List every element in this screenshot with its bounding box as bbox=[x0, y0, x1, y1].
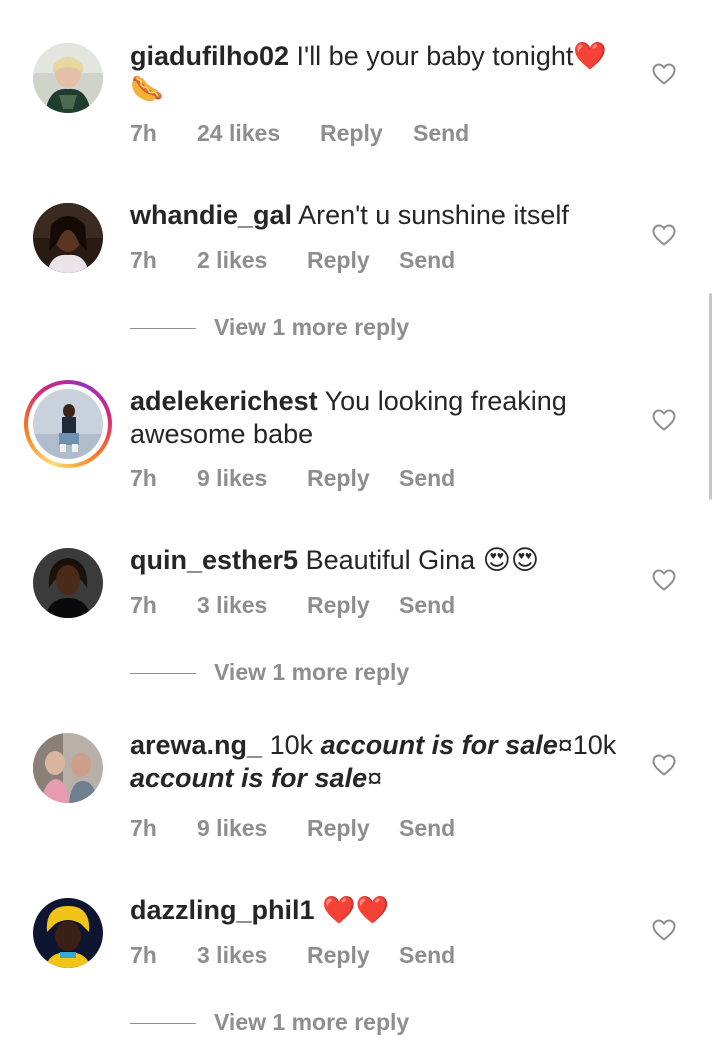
comment-body: Aren't u sunshine itself bbox=[298, 200, 569, 230]
avatar-with-story-ring[interactable] bbox=[24, 380, 112, 468]
comment-body-bold: account is for sale bbox=[320, 730, 558, 760]
like-heart-icon[interactable] bbox=[652, 919, 676, 941]
avatar[interactable] bbox=[33, 43, 103, 113]
avatar-image bbox=[33, 548, 103, 618]
comment-likes[interactable]: 3 likes bbox=[197, 942, 267, 969]
like-heart-icon[interactable] bbox=[652, 569, 676, 591]
comment-time: 7h bbox=[130, 120, 157, 146]
send-button[interactable]: Send bbox=[399, 592, 455, 619]
view-more-replies[interactable]: View 1 more reply bbox=[130, 659, 530, 689]
comment-emoji: ❤️❤️ bbox=[322, 895, 390, 926]
avatar[interactable] bbox=[33, 548, 103, 618]
comment-likes[interactable]: 24 likes bbox=[197, 120, 280, 147]
reply-button[interactable]: Reply bbox=[307, 592, 370, 619]
divider-line bbox=[130, 328, 196, 329]
view-more-replies[interactable]: View 1 more reply bbox=[130, 314, 530, 344]
reply-button[interactable]: Reply bbox=[320, 120, 383, 147]
avatar-image bbox=[33, 389, 103, 459]
send-button[interactable]: Send bbox=[399, 815, 455, 842]
avatar-image bbox=[33, 203, 103, 273]
view-more-replies[interactable]: View 1 more reply bbox=[130, 1009, 530, 1039]
like-heart-icon[interactable] bbox=[652, 224, 676, 246]
avatar[interactable] bbox=[33, 733, 103, 803]
avatar[interactable] bbox=[33, 203, 103, 273]
like-heart-icon[interactable] bbox=[652, 63, 676, 85]
send-button[interactable]: Send bbox=[399, 247, 455, 274]
comment-time: 7h bbox=[130, 592, 157, 618]
comment-username[interactable]: whandie_gal bbox=[130, 200, 292, 230]
reply-button[interactable]: Reply bbox=[307, 247, 370, 274]
avatar-image bbox=[33, 733, 103, 803]
comment-body-bold: account is for sale bbox=[130, 763, 368, 793]
reply-button[interactable]: Reply bbox=[307, 815, 370, 842]
comment-time: 7h bbox=[130, 247, 157, 273]
comment-likes[interactable]: 9 likes bbox=[197, 815, 267, 842]
divider-line bbox=[130, 673, 196, 674]
comment-text: quin_esther5 Beautiful Gina 😍😍 bbox=[130, 544, 630, 577]
comment-text: adelekerichest You looking freaking awes… bbox=[130, 385, 630, 451]
view-more-label[interactable]: View 1 more reply bbox=[214, 1009, 409, 1036]
comment-likes[interactable]: 9 likes bbox=[197, 465, 267, 492]
avatar bbox=[33, 389, 103, 459]
comment-time: 7h bbox=[130, 942, 157, 968]
send-button[interactable]: Send bbox=[399, 465, 455, 492]
comment-text: giadufilho02 I'll be your baby tonight❤️… bbox=[130, 40, 630, 106]
comment-username[interactable]: arewa.ng_ bbox=[130, 730, 262, 760]
comment-text: arewa.ng_ 10k account is for sale¤10k ac… bbox=[130, 729, 635, 795]
like-heart-icon[interactable] bbox=[652, 754, 676, 776]
divider-line bbox=[130, 1023, 196, 1024]
comment-emoji: 😍😍 bbox=[482, 545, 539, 576]
comment-body: Beautiful Gina bbox=[305, 545, 476, 575]
view-more-label[interactable]: View 1 more reply bbox=[214, 659, 409, 686]
comment-body-mid: ¤10k bbox=[557, 730, 617, 760]
comment-time: 7h bbox=[130, 465, 157, 491]
comment-likes[interactable]: 2 likes bbox=[197, 247, 267, 274]
reply-button[interactable]: Reply bbox=[307, 942, 370, 969]
like-heart-icon[interactable] bbox=[652, 409, 676, 431]
comment-body-end: ¤ bbox=[367, 763, 383, 793]
comment-username[interactable]: adelekerichest bbox=[130, 386, 318, 416]
comment-body-prefix: 10k bbox=[269, 730, 314, 760]
avatar-image bbox=[33, 43, 103, 113]
comment-likes[interactable]: 3 likes bbox=[197, 592, 267, 619]
scrollbar[interactable] bbox=[709, 293, 712, 500]
comment-username[interactable]: quin_esther5 bbox=[130, 545, 298, 575]
comment-username[interactable]: giadufilho02 bbox=[130, 41, 289, 71]
send-button[interactable]: Send bbox=[399, 942, 455, 969]
comment-body: I'll be your baby tonight bbox=[296, 41, 574, 71]
comment-text: dazzling_phil1 ❤️❤️ bbox=[130, 894, 630, 927]
send-button[interactable]: Send bbox=[413, 120, 469, 147]
avatar-image bbox=[33, 898, 103, 968]
comment-time: 7h bbox=[130, 815, 157, 841]
avatar[interactable] bbox=[33, 898, 103, 968]
comment-username[interactable]: dazzling_phil1 bbox=[130, 895, 315, 925]
view-more-label[interactable]: View 1 more reply bbox=[214, 314, 409, 341]
comment-text: whandie_gal Aren't u sunshine itself bbox=[130, 199, 630, 232]
reply-button[interactable]: Reply bbox=[307, 465, 370, 492]
